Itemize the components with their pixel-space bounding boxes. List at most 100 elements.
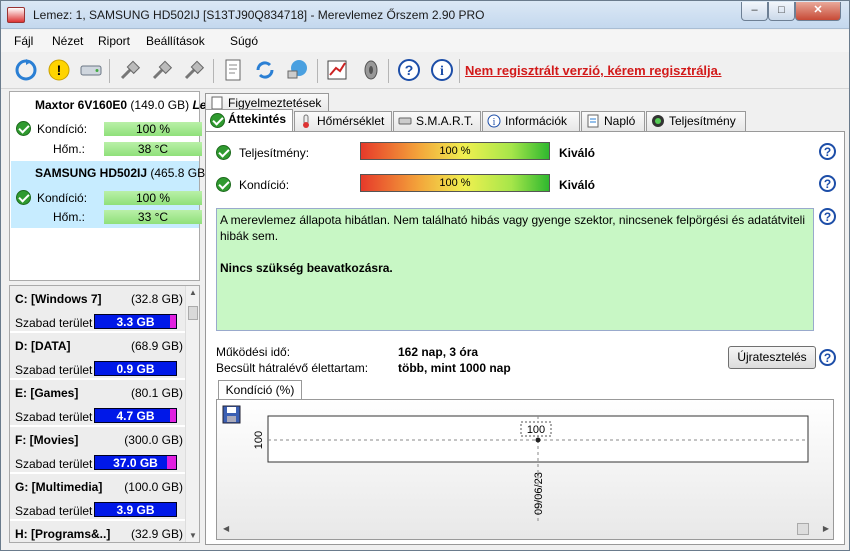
point-label: 100 [527, 424, 545, 436]
volume-size: (80.1 GB) [130, 386, 183, 400]
scroll-thumb[interactable] [797, 523, 809, 535]
svg-text:?: ? [405, 62, 414, 78]
disk-list: Maxtor 6V160E0 (149.0 GB) Le Kondíció: 1… [9, 91, 209, 281]
volume-name: E: [Games] [15, 386, 79, 400]
title-bar: Lemez: 1, SAMSUNG HD502IJ [S13TJ90Q83471… [1, 1, 849, 29]
refresh-icon[interactable] [12, 56, 40, 84]
help-icon[interactable]: ? [395, 56, 423, 84]
menu-bar: Fájl Nézet Riport Beállítások Súgó [1, 30, 849, 52]
speaker-icon[interactable] [355, 56, 383, 84]
help-icon[interactable]: ? [819, 175, 836, 192]
drive-icon[interactable] [77, 56, 105, 84]
scroll-right-icon[interactable]: ▶ [823, 524, 829, 533]
performance-meter: 100 % [360, 142, 550, 160]
menu-settings[interactable]: Beállítások [146, 34, 205, 48]
window-title: Lemez: 1, SAMSUNG HD502IJ [S13TJ90Q83471… [33, 8, 485, 22]
scroll-left-icon[interactable]: ◀ [223, 524, 229, 533]
maximize-button[interactable]: □ [768, 2, 795, 21]
temp-bar: 33 °C [104, 210, 202, 224]
minimize-button[interactable]: – [741, 2, 768, 21]
condition-rating: Kiváló [559, 178, 596, 192]
lifetime-label: Becsült hátralévő élettartam: [216, 361, 369, 375]
usb-plug-icon-2[interactable] [148, 56, 176, 84]
volume-item[interactable]: C: [Windows 7] (32.8 GB) Szabad terület … [10, 286, 186, 332]
tab-performance[interactable]: Teljesítmény [646, 111, 746, 132]
check-icon [16, 190, 31, 205]
free-space-bar: 37.0 GB [94, 455, 177, 470]
condition-chart: 100 100 09/06/23 ◀ ▶ [216, 399, 834, 540]
check-icon [16, 121, 31, 136]
tab-overview[interactable]: Áttekintés [205, 109, 293, 132]
temp-label: Hőm.: [53, 142, 86, 156]
svg-text:!: ! [57, 62, 62, 78]
check-icon [210, 113, 225, 128]
tab-temperature[interactable]: Hőmérséklet [294, 111, 392, 132]
volume-item[interactable]: D: [DATA] (68.9 GB) Szabad terület 0.9 G… [10, 333, 186, 379]
condition-meter: 100 % [360, 174, 550, 192]
network-icon[interactable] [283, 56, 311, 84]
document-icon[interactable] [219, 56, 247, 84]
volume-list: C: [Windows 7] (32.8 GB) Szabad terület … [9, 285, 200, 543]
menu-view[interactable]: Nézet [52, 34, 83, 48]
register-link[interactable]: Nem regisztrált verzió, kérem regisztrál… [465, 63, 722, 78]
volume-size: (68.9 GB) [130, 339, 183, 353]
y-tick-label: 100 [253, 431, 265, 449]
disk-item-maxtor[interactable]: Maxtor 6V160E0 (149.0 GB) Le Kondíció: 1… [11, 93, 206, 160]
disk-item-samsung[interactable]: SAMSUNG HD502IJ (465.8 GB) Kondíció: 100… [11, 161, 209, 228]
volume-size: (32.8 GB) [130, 292, 183, 306]
help-icon[interactable]: ? [819, 349, 836, 366]
x-tick-label: 09/06/23 [533, 472, 545, 515]
tab-smart[interactable]: S.M.A.R.T. [393, 111, 481, 132]
scroll-down-icon[interactable]: ▼ [189, 531, 197, 540]
chart-edit-icon[interactable] [323, 56, 351, 84]
performance-rating: Kiváló [559, 146, 596, 160]
help-icon[interactable]: ? [819, 143, 836, 160]
free-space-label: Szabad terület [15, 457, 93, 471]
status-message: A merevlemez állapota hibátlan. Nem talá… [220, 213, 806, 243]
save-icon[interactable] [222, 405, 241, 424]
uptime-label: Működési idő: [216, 345, 291, 359]
scroll-thumb[interactable] [188, 306, 198, 320]
menu-file[interactable]: Fájl [14, 34, 33, 48]
volume-item[interactable]: F: [Movies] (300.0 GB) Szabad terület 37… [10, 427, 186, 473]
warning-icon[interactable]: ! [45, 56, 73, 84]
volume-item[interactable]: E: [Games] (80.1 GB) Szabad terület 4.7 … [10, 380, 186, 426]
help-icon[interactable]: ? [819, 208, 836, 225]
status-recommendation: Nincs szükség beavatkozásra. [220, 261, 393, 275]
free-space-bar: 3.3 GB [94, 314, 177, 329]
temp-label: Hőm.: [53, 210, 86, 224]
usb-plug-icon[interactable] [116, 56, 144, 84]
condition-label: Kondíció: [37, 191, 88, 205]
tab-log[interactable]: Napló [581, 111, 645, 132]
volume-size: (300.0 GB) [124, 433, 183, 447]
app-window: Lemez: 1, SAMSUNG HD502IJ [S13TJ90Q83471… [0, 0, 850, 551]
scroll-up-icon[interactable]: ▲ [189, 288, 197, 297]
usb-plug-icon-3[interactable] [180, 56, 208, 84]
condition-label: Kondíció: [239, 178, 290, 192]
performance-label: Teljesítmény: [239, 146, 310, 160]
disk-name: SAMSUNG HD502IJ (465.8 GB) [35, 166, 210, 180]
sync-icon[interactable] [251, 56, 279, 84]
temp-bar: 38 °C [104, 142, 202, 156]
info-icon[interactable]: i [428, 56, 456, 84]
chart-svg: 100 100 09/06/23 [222, 405, 809, 522]
chart-scrollbar[interactable]: ◀ ▶ [219, 523, 831, 537]
free-space-label: Szabad terület [15, 316, 93, 330]
uptime-value: 162 nap, 3 óra [398, 345, 479, 359]
close-button[interactable]: ✕ [795, 2, 841, 21]
menu-help[interactable]: Súgó [230, 34, 258, 48]
free-space-label: Szabad terület [15, 410, 93, 424]
volume-name: F: [Movies] [15, 433, 79, 447]
volume-item[interactable]: H: [Programs&..] (32.9 GB) [10, 521, 186, 542]
condition-label: Kondíció: [37, 122, 88, 136]
retest-button[interactable]: Újratesztelés [728, 346, 816, 369]
tab-condition-chart[interactable]: Kondíció (%) [218, 380, 302, 400]
tab-information[interactable]: i Információk [482, 111, 580, 132]
menu-report[interactable]: Riport [98, 34, 130, 48]
volume-item[interactable]: G: [Multimedia] (100.0 GB) Szabad terüle… [10, 474, 186, 520]
free-space-bar: 0.9 GB [94, 361, 177, 376]
check-icon [216, 145, 231, 160]
condition-bar: 100 % [104, 122, 202, 136]
volume-scrollbar[interactable]: ▲ ▼ [185, 286, 199, 542]
free-space-label: Szabad terület [15, 504, 93, 518]
